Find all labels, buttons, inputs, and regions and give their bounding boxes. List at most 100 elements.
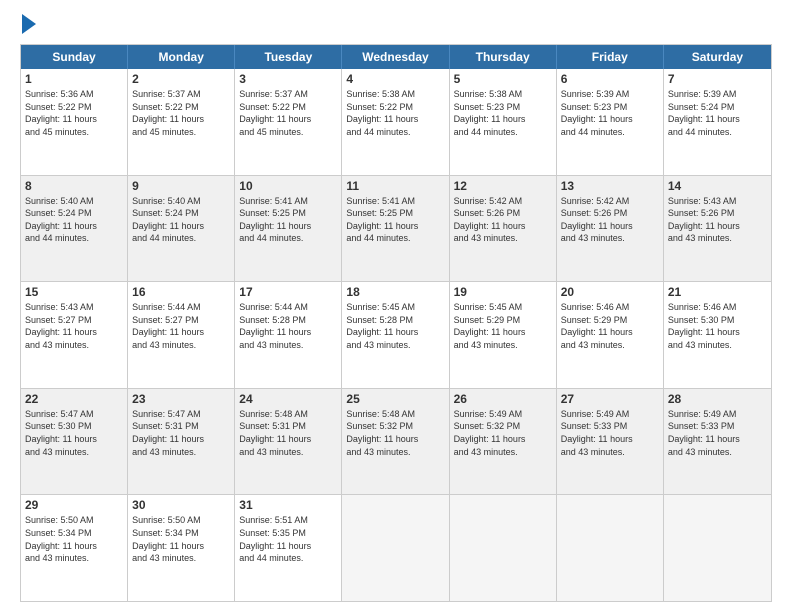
calendar-week-3: 15 Sunrise: 5:43 AM Sunset: 5:27 PM Dayli… — [21, 282, 771, 389]
day-number: 19 — [454, 285, 552, 299]
day-info: Sunrise: 5:39 AM Sunset: 5:23 PM Dayligh… — [561, 88, 659, 138]
day-number: 21 — [668, 285, 767, 299]
day-info: Sunrise: 5:40 AM Sunset: 5:24 PM Dayligh… — [25, 195, 123, 245]
table-row: 19 Sunrise: 5:45 AM Sunset: 5:29 PM Dayli… — [450, 282, 557, 388]
day-number: 1 — [25, 72, 123, 86]
header-day-saturday: Saturday — [664, 45, 771, 69]
calendar-week-5: 29Sunrise: 5:50 AM Sunset: 5:34 PM Dayli… — [21, 495, 771, 601]
day-number: 22 — [25, 392, 123, 406]
calendar: SundayMondayTuesdayWednesdayThursdayFrid… — [20, 44, 772, 602]
table-row — [664, 495, 771, 601]
table-row: 26 Sunrise: 5:49 AM Sunset: 5:32 PM Dayli… — [450, 389, 557, 495]
day-info: Sunrise: 5:39 AM Sunset: 5:24 PM Dayligh… — [668, 88, 767, 138]
day-number: 3 — [239, 72, 337, 86]
table-row: 27Sunrise: 5:49 AM Sunset: 5:33 PM Dayli… — [557, 389, 664, 495]
day-info: Sunrise: 5:38 AM Sunset: 5:23 PM Dayligh… — [454, 88, 552, 138]
page: SundayMondayTuesdayWednesdayThursdayFrid… — [0, 0, 792, 612]
day-number: 23 — [132, 392, 230, 406]
day-number: 20 — [561, 285, 659, 299]
table-row: 20 Sunrise: 5:46 AM Sunset: 5:29 PM Dayli… — [557, 282, 664, 388]
table-row — [557, 495, 664, 601]
table-row: 7 Sunrise: 5:39 AM Sunset: 5:24 PM Daylig… — [664, 69, 771, 175]
day-number: 4 — [346, 72, 444, 86]
table-row: 2 Sunrise: 5:37 AM Sunset: 5:22 PM Daylig… — [128, 69, 235, 175]
table-row: 29Sunrise: 5:50 AM Sunset: 5:34 PM Dayli… — [21, 495, 128, 601]
header-day-friday: Friday — [557, 45, 664, 69]
day-info: Sunrise: 5:37 AM Sunset: 5:22 PM Dayligh… — [132, 88, 230, 138]
table-row: 13 Sunrise: 5:42 AM Sunset: 5:26 PM Dayli… — [557, 176, 664, 282]
day-number: 26 — [454, 392, 552, 406]
table-row: 23Sunrise: 5:47 AM Sunset: 5:31 PM Dayli… — [128, 389, 235, 495]
day-number: 30 — [132, 498, 230, 512]
day-info: Sunrise: 5:46 AM Sunset: 5:30 PM Dayligh… — [668, 301, 767, 351]
table-row: 10 Sunrise: 5:41 AM Sunset: 5:25 PM Dayli… — [235, 176, 342, 282]
table-row: 22 Sunrise: 5:47 AM Sunset: 5:30 PM Dayli… — [21, 389, 128, 495]
day-info: Sunrise: 5:41 AM Sunset: 5:25 PM Dayligh… — [239, 195, 337, 245]
day-info: Sunrise: 5:41 AM Sunset: 5:25 PM Dayligh… — [346, 195, 444, 245]
table-row: 3Sunrise: 5:37 AM Sunset: 5:22 PM Daylig… — [235, 69, 342, 175]
day-number: 7 — [668, 72, 767, 86]
day-number: 24 — [239, 392, 337, 406]
day-info: Sunrise: 5:50 AM Sunset: 5:34 PM Dayligh… — [132, 514, 230, 564]
day-number: 2 — [132, 72, 230, 86]
day-info: Sunrise: 5:45 AM Sunset: 5:28 PM Dayligh… — [346, 301, 444, 351]
day-number: 31 — [239, 498, 337, 512]
calendar-body: 1 Sunrise: 5:36 AM Sunset: 5:22 PM Daylig… — [21, 69, 771, 601]
calendar-week-4: 22 Sunrise: 5:47 AM Sunset: 5:30 PM Dayli… — [21, 389, 771, 496]
table-row: 1 Sunrise: 5:36 AM Sunset: 5:22 PM Daylig… — [21, 69, 128, 175]
table-row: 14 Sunrise: 5:43 AM Sunset: 5:26 PM Dayli… — [664, 176, 771, 282]
day-number: 16 — [132, 285, 230, 299]
table-row: 31 Sunrise: 5:51 AM Sunset: 5:35 PM Dayli… — [235, 495, 342, 601]
day-number: 10 — [239, 179, 337, 193]
day-info: Sunrise: 5:47 AM Sunset: 5:30 PM Dayligh… — [25, 408, 123, 458]
table-row: 21 Sunrise: 5:46 AM Sunset: 5:30 PM Dayli… — [664, 282, 771, 388]
day-info: Sunrise: 5:44 AM Sunset: 5:27 PM Dayligh… — [132, 301, 230, 351]
day-number: 18 — [346, 285, 444, 299]
table-row: 25Sunrise: 5:48 AM Sunset: 5:32 PM Dayli… — [342, 389, 449, 495]
header — [20, 16, 772, 34]
table-row: 24Sunrise: 5:48 AM Sunset: 5:31 PM Dayli… — [235, 389, 342, 495]
calendar-week-1: 1 Sunrise: 5:36 AM Sunset: 5:22 PM Daylig… — [21, 69, 771, 176]
day-info: Sunrise: 5:45 AM Sunset: 5:29 PM Dayligh… — [454, 301, 552, 351]
table-row: 8 Sunrise: 5:40 AM Sunset: 5:24 PM Daylig… — [21, 176, 128, 282]
day-number: 28 — [668, 392, 767, 406]
day-number: 12 — [454, 179, 552, 193]
table-row: 4 Sunrise: 5:38 AM Sunset: 5:22 PM Daylig… — [342, 69, 449, 175]
table-row: 28Sunrise: 5:49 AM Sunset: 5:33 PM Dayli… — [664, 389, 771, 495]
day-number: 9 — [132, 179, 230, 193]
day-number: 8 — [25, 179, 123, 193]
table-row — [450, 495, 557, 601]
table-row: 18 Sunrise: 5:45 AM Sunset: 5:28 PM Dayli… — [342, 282, 449, 388]
day-info: Sunrise: 5:51 AM Sunset: 5:35 PM Dayligh… — [239, 514, 337, 564]
table-row — [342, 495, 449, 601]
day-number: 15 — [25, 285, 123, 299]
header-day-wednesday: Wednesday — [342, 45, 449, 69]
day-info: Sunrise: 5:43 AM Sunset: 5:27 PM Dayligh… — [25, 301, 123, 351]
day-info: Sunrise: 5:50 AM Sunset: 5:34 PM Dayligh… — [25, 514, 123, 564]
day-number: 13 — [561, 179, 659, 193]
header-day-monday: Monday — [128, 45, 235, 69]
table-row: 5 Sunrise: 5:38 AM Sunset: 5:23 PM Daylig… — [450, 69, 557, 175]
table-row: 11 Sunrise: 5:41 AM Sunset: 5:25 PM Dayli… — [342, 176, 449, 282]
day-info: Sunrise: 5:38 AM Sunset: 5:22 PM Dayligh… — [346, 88, 444, 138]
day-info: Sunrise: 5:44 AM Sunset: 5:28 PM Dayligh… — [239, 301, 337, 351]
table-row: 6Sunrise: 5:39 AM Sunset: 5:23 PM Daylig… — [557, 69, 664, 175]
day-number: 5 — [454, 72, 552, 86]
table-row: 16 Sunrise: 5:44 AM Sunset: 5:27 PM Dayli… — [128, 282, 235, 388]
table-row: 9Sunrise: 5:40 AM Sunset: 5:24 PM Daylig… — [128, 176, 235, 282]
day-number: 17 — [239, 285, 337, 299]
day-info: Sunrise: 5:46 AM Sunset: 5:29 PM Dayligh… — [561, 301, 659, 351]
day-info: Sunrise: 5:48 AM Sunset: 5:32 PM Dayligh… — [346, 408, 444, 458]
table-row: 12 Sunrise: 5:42 AM Sunset: 5:26 PM Dayli… — [450, 176, 557, 282]
header-day-tuesday: Tuesday — [235, 45, 342, 69]
day-info: Sunrise: 5:36 AM Sunset: 5:22 PM Dayligh… — [25, 88, 123, 138]
header-day-sunday: Sunday — [21, 45, 128, 69]
calendar-header-row: SundayMondayTuesdayWednesdayThursdayFrid… — [21, 45, 771, 69]
day-info: Sunrise: 5:43 AM Sunset: 5:26 PM Dayligh… — [668, 195, 767, 245]
day-number: 14 — [668, 179, 767, 193]
header-day-thursday: Thursday — [450, 45, 557, 69]
day-number: 11 — [346, 179, 444, 193]
day-info: Sunrise: 5:42 AM Sunset: 5:26 PM Dayligh… — [561, 195, 659, 245]
day-info: Sunrise: 5:42 AM Sunset: 5:26 PM Dayligh… — [454, 195, 552, 245]
day-info: Sunrise: 5:49 AM Sunset: 5:32 PM Dayligh… — [454, 408, 552, 458]
